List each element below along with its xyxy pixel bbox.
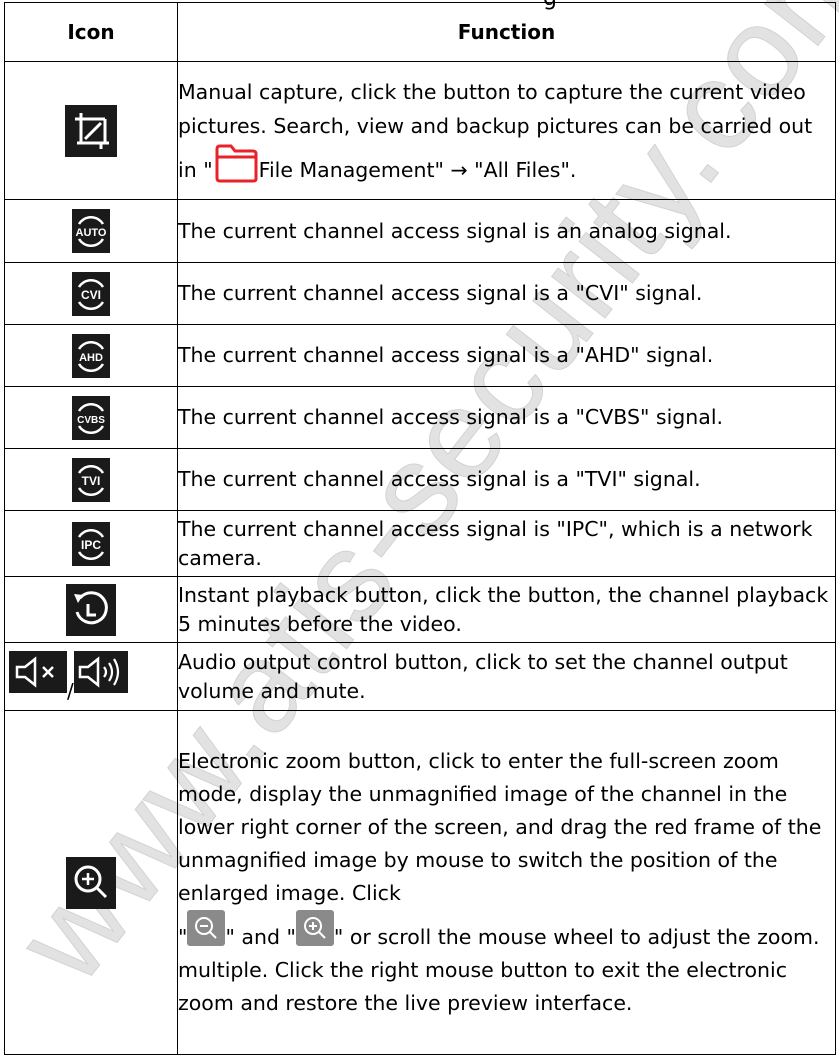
column-header-function: Function [177,2,836,62]
icon-cell [4,61,178,200]
folder-icon [213,143,259,183]
icon-cell: CVI [4,262,178,325]
mute-icon[interactable] [9,650,67,693]
function-cell: Audio output control button, click to se… [177,642,836,711]
auto-signal-icon: AUTO [72,209,110,253]
table-row: IPC The current channel access signal is… [4,510,836,577]
zoom-quote-open: " [178,925,188,949]
function-cell: The current channel access signal is an … [177,199,836,263]
icon-cell: AHD [4,324,178,387]
tvi-signal-icon: TVI [72,457,110,502]
table-row: / Audio output control button, click to … [4,642,836,711]
svg-text:AHD: AHD [79,352,103,364]
function-cell: The current channel access signal is a "… [177,262,836,325]
icon-cell: / [4,642,178,711]
function-cell: The current channel access signal is a "… [177,324,836,387]
function-cell: The current channel access signal is a "… [177,448,836,511]
cvbs-signal-icon: CVBS [72,395,110,440]
function-cell: The current channel access signal is a "… [177,386,836,449]
table-row: CVBS The current channel access signal i… [4,386,836,449]
function-cell: Electronic zoom button, click to enter t… [177,710,836,1055]
column-header-icon: Icon [4,2,178,62]
icon-cell: CVBS [4,386,178,449]
table-row: AUTO The current channel access signal i… [4,199,836,263]
table-row: AHD The current channel access signal is… [4,324,836,387]
cvi-signal-icon: CVI [72,271,110,316]
svg-text:CVBS: CVBS [77,415,105,426]
svg-text:CVI: CVI [81,288,101,302]
table-row: Electronic zoom button, click to enter t… [4,710,836,1055]
table-row: TVI The current channel access signal is… [4,448,836,511]
svg-text:IPC: IPC [81,538,101,552]
zoom-text-a: Electronic zoom button, click to enter t… [178,749,822,905]
table-row: CVI The current channel access signal is… [4,262,836,325]
audio-icon-separator: / [67,678,74,703]
file-management-text: File Management" → "All Files". [258,157,577,182]
icon-cell: AUTO [4,199,178,263]
zoom-text-mid: " and " [225,925,296,949]
zoom-in-icon [295,910,334,946]
svg-text:AUTO: AUTO [76,227,107,239]
function-cell: Instant playback button, click the butto… [177,576,836,643]
svg-text:TVI: TVI [82,474,101,488]
table-row: Manual capture, click the button to capt… [4,61,836,200]
ahd-signal-icon: AHD [72,333,110,378]
ipc-signal-icon: IPC [72,521,110,566]
function-cell: Manual capture, click the button to capt… [177,61,836,200]
icon-cell: IPC [4,510,178,577]
icon-cell [4,576,178,643]
manual-capture-icon [65,104,117,157]
volume-icon[interactable] [73,650,128,693]
icon-function-table: Icon Function Manual capture, click the … [4,2,836,1055]
zoom-out-icon [187,910,226,946]
table-header-row: Icon Function [4,2,836,62]
electronic-zoom-icon [66,856,116,909]
icon-cell [4,710,178,1055]
instant-playback-icon [66,583,116,636]
function-cell: The current channel access signal is "IP… [177,510,836,577]
icon-cell: TVI [4,448,178,511]
table-row: Instant playback button, click the butto… [4,576,836,643]
